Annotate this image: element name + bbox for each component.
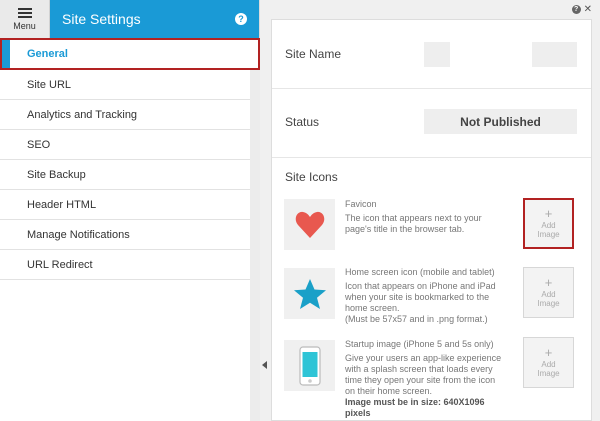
nav-item-site-url[interactable]: Site URL [0, 70, 250, 100]
collapse-handle[interactable] [260, 350, 269, 380]
status-row: Status Not Published [272, 89, 591, 157]
nav-item-seo[interactable]: SEO [0, 130, 250, 160]
home-icon-item: Home screen icon (mobile and tablet) Ico… [284, 267, 584, 338]
plus-icon: + [544, 275, 553, 290]
home-icon-description: Home screen icon (mobile and tablet) Ico… [345, 267, 505, 325]
startup-title: Startup image (iPhone 5 and 5s only) [345, 339, 494, 349]
home-icon-title: Home screen icon (mobile and tablet) [345, 267, 495, 277]
sidebar-scrollbar[interactable] [250, 70, 260, 421]
star-icon [293, 278, 326, 309]
site-name-field-b[interactable] [532, 42, 577, 67]
plus-icon: + [544, 345, 553, 360]
favicon-add-image-button[interactable]: + Add Image [523, 198, 574, 249]
menu-button[interactable]: Menu [0, 0, 50, 38]
startup-image-preview [284, 340, 335, 391]
home-icon-desc: Icon that appears on iPhone and iPad whe… [345, 281, 496, 313]
nav-item-url-redirect[interactable]: URL Redirect [0, 250, 250, 280]
startup-add-image-button[interactable]: + Add Image [523, 337, 574, 388]
add-label: Add [541, 290, 556, 299]
image-label: Image [537, 299, 560, 308]
nav-item-header-html[interactable]: Header HTML [0, 190, 250, 220]
startup-image-item: Startup image (iPhone 5 and 5s only) Giv… [284, 337, 584, 420]
plus-icon: + [544, 206, 553, 221]
help-icon[interactable]: ? [235, 13, 247, 25]
menu-label: Menu [13, 20, 36, 31]
favicon-preview [284, 199, 335, 250]
settings-nav: General Site URL Analytics and Tracking … [0, 38, 260, 280]
home-icon-add-image-button[interactable]: + Add Image [523, 267, 574, 318]
site-name-label: Site Name [285, 47, 342, 61]
panel-controls: ? ✕ [571, 4, 592, 15]
nav-item-site-backup[interactable]: Site Backup [0, 160, 250, 190]
help-icon[interactable]: ? [571, 5, 581, 14]
favicon-item: Favicon The icon that appears next to yo… [284, 198, 584, 259]
site-name-row: Site Name [272, 20, 591, 88]
image-label: Image [537, 230, 560, 239]
nav-item-general[interactable]: General [0, 38, 260, 70]
settings-panel: Site Name Status Not Published Site Icon… [271, 19, 592, 421]
divider [272, 157, 591, 158]
settings-sidebar: Menu Site Settings ? General Site URL An… [0, 0, 260, 421]
startup-image-description: Startup image (iPhone 5 and 5s only) Giv… [345, 339, 505, 419]
site-name-field-a[interactable] [424, 42, 450, 67]
heart-icon [295, 211, 324, 238]
close-icon[interactable]: ✕ [584, 4, 592, 15]
home-icon-note: (Must be 57x57 and in .png format.) [345, 314, 488, 324]
add-label: Add [541, 360, 556, 369]
image-label: Image [537, 369, 560, 378]
phone-icon [298, 345, 321, 386]
nav-item-manage-notifications[interactable]: Manage Notifications [0, 220, 250, 250]
title-area: Site Settings ? [50, 0, 259, 38]
add-label: Add [541, 221, 556, 230]
sidebar-header: Menu Site Settings ? [0, 0, 259, 38]
favicon-title: Favicon [345, 199, 377, 209]
status-value: Not Published [424, 109, 577, 134]
startup-size-note: Image must be in size: 640X1096 pixels [345, 397, 485, 418]
site-icons-heading: Site Icons [285, 170, 338, 184]
page-title: Site Settings [62, 11, 141, 27]
home-icon-preview [284, 268, 335, 319]
chevron-left-icon [262, 361, 267, 369]
favicon-desc: The icon that appears next to your page'… [345, 213, 482, 234]
favicon-description: Favicon The icon that appears next to yo… [345, 199, 505, 235]
startup-desc: Give your users an app-like experience w… [345, 353, 502, 396]
status-label: Status [285, 115, 320, 129]
nav-item-analytics[interactable]: Analytics and Tracking [0, 100, 250, 130]
hamburger-icon [17, 7, 32, 18]
